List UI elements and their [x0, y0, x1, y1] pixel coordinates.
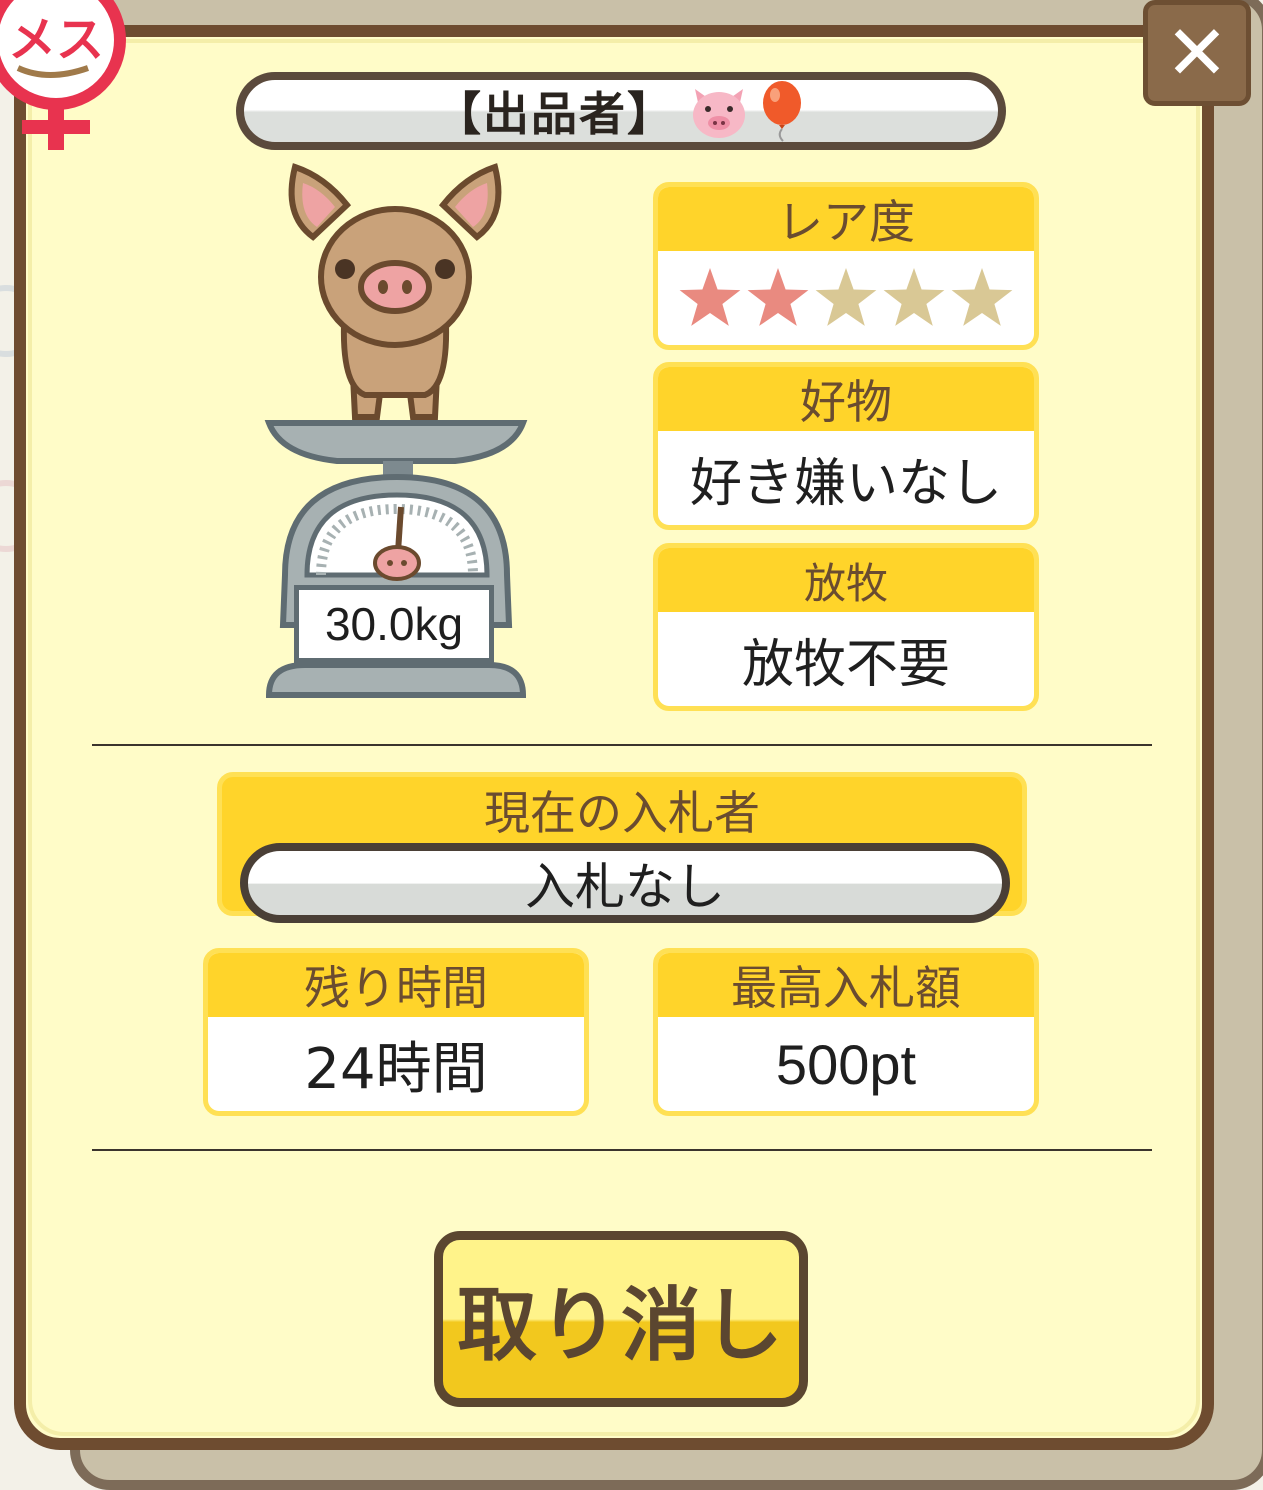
cancel-label: 取り消し — [457, 1279, 785, 1372]
close-button[interactable]: ✕ — [1143, 0, 1251, 106]
grazing-box: 放牧 放牧不要 — [653, 543, 1039, 711]
balloon-icon — [763, 81, 801, 142]
star-filled-icon — [747, 268, 809, 326]
star-empty-icon — [883, 268, 945, 326]
divider — [92, 1149, 1152, 1151]
bidder-title: 現在の入札者 — [484, 786, 760, 840]
star-empty-icon — [951, 268, 1013, 326]
grazing-title: 放牧 — [658, 548, 1034, 612]
max-bid-box: 最高入札額 500pt — [653, 948, 1039, 1116]
favorite-title: 好物 — [658, 367, 1034, 431]
female-symbol-icon: メス — [0, 0, 126, 150]
cancel-listing-button[interactable]: 取り消し — [434, 1231, 808, 1407]
remaining-title: 残り時間 — [208, 953, 584, 1017]
divider — [92, 744, 1152, 746]
current-bidder-box: 現在の入札者 入札なし — [217, 772, 1027, 923]
weight-value: 30.0kg — [324, 598, 464, 650]
star-rating — [679, 268, 1013, 326]
gender-label: メス — [8, 12, 104, 68]
weight-display: 30.0kg — [294, 585, 494, 663]
star-empty-icon — [815, 268, 877, 326]
bidder-value: 入札なし — [240, 843, 1010, 923]
max-bid-value: 500pt — [775, 1032, 917, 1096]
favorite-food-box: 好物 好き嫌いなし — [653, 362, 1039, 530]
favorite-value: 好き嫌いなし — [689, 453, 1002, 514]
female-badge: メス — [0, 0, 134, 152]
remaining-value: 24時間 — [304, 1036, 488, 1102]
seller-bar: 【出品者】 — [236, 72, 1006, 150]
seller-label: 【出品者】 — [435, 87, 675, 141]
rarity-box: レア度 — [653, 182, 1039, 350]
grazing-value: 放牧不要 — [741, 634, 950, 695]
rarity-stars — [658, 251, 1034, 345]
max-bid-title: 最高入札額 — [658, 953, 1034, 1017]
close-icon: ✕ — [1165, 8, 1229, 97]
star-filled-icon — [679, 268, 741, 326]
pig-face-icon — [693, 89, 745, 138]
rarity-title: レア度 — [658, 187, 1034, 251]
remaining-time-box: 残り時間 24時間 — [203, 948, 589, 1116]
